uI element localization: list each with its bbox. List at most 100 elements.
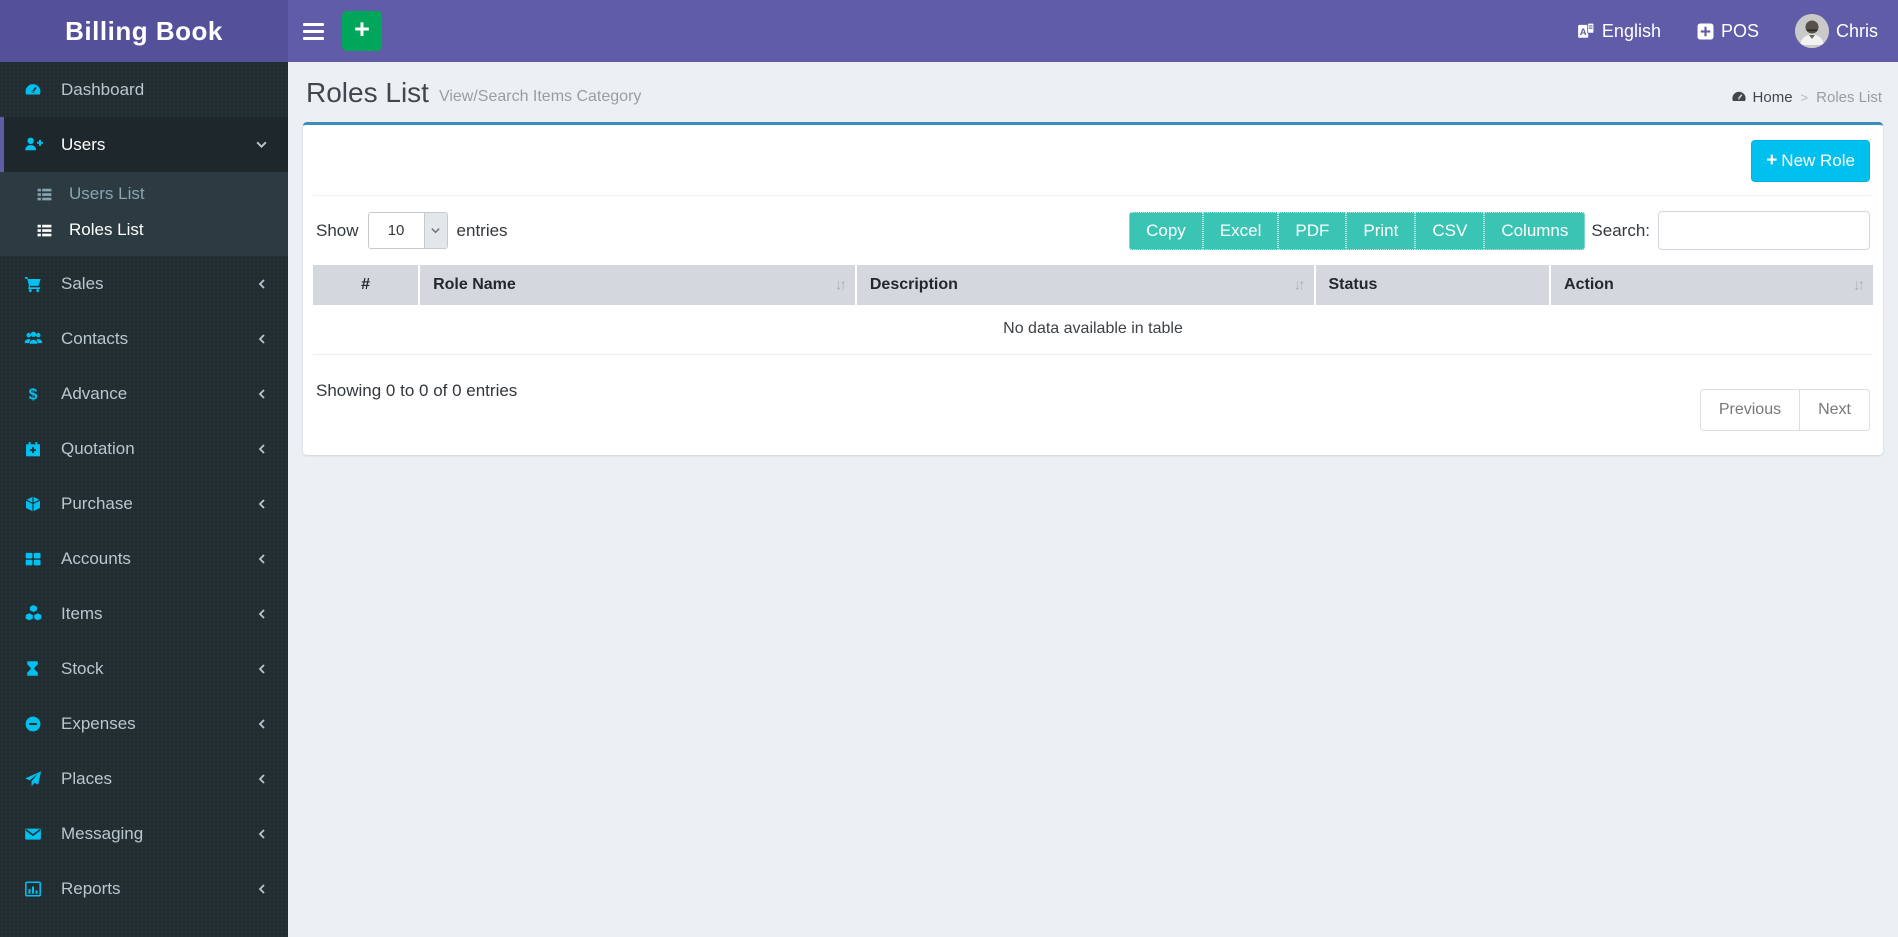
sidebar-item-advance[interactable]: $ Advance (0, 366, 288, 421)
pos-button[interactable]: POS (1697, 21, 1759, 42)
csv-button[interactable]: CSV (1415, 211, 1485, 250)
column-header-role-name[interactable]: Role Name (419, 265, 857, 305)
breadcrumb-current: Roles List (1816, 88, 1882, 106)
sidebar-item-reports[interactable]: Reports (0, 861, 288, 916)
quick-add-button[interactable] (342, 11, 382, 51)
chevron-left-icon (256, 388, 268, 400)
new-role-button[interactable]: New Role (1751, 140, 1870, 182)
sidebar-subitem-label: Roles List (69, 220, 144, 239)
roles-table: # Role Name Description Status (313, 265, 1873, 355)
table-header-row: # Role Name Description Status (313, 265, 1873, 305)
breadcrumb: Home > Roles List (1731, 81, 1882, 106)
excel-button[interactable]: Excel (1202, 211, 1279, 250)
chevron-left-icon (256, 883, 268, 895)
sidebar-toggle-button[interactable] (288, 0, 338, 62)
bar-chart-icon (24, 880, 48, 898)
sidebar-item-dashboard[interactable]: Dashboard (0, 62, 288, 117)
cube-icon (24, 495, 48, 513)
content-header: Roles List View/Search Items Category Ho… (288, 62, 1898, 115)
paper-plane-icon (24, 770, 48, 788)
chevron-down-icon (255, 138, 268, 151)
chevron-left-icon (256, 773, 268, 785)
search-input[interactable] (1658, 211, 1870, 250)
sort-icon (1294, 277, 1303, 294)
sidebar-item-label: Quotation (61, 438, 135, 458)
top-navbar: Billing Book A English (0, 0, 1898, 62)
chevron-left-icon (256, 608, 268, 620)
sidebar-item-roles-list[interactable]: Roles List (0, 212, 288, 248)
sidebar-item-users-list[interactable]: Users List (0, 176, 288, 212)
cart-icon (24, 275, 48, 293)
sidebar-item-label: Dashboard (61, 79, 145, 99)
minus-circle-icon (24, 715, 48, 733)
grid-icon (24, 550, 48, 568)
pdf-button[interactable]: PDF (1278, 211, 1347, 250)
column-label: Status (1328, 276, 1378, 293)
column-header-index: # (313, 265, 421, 305)
sidebar-item-contacts[interactable]: Contacts (0, 311, 288, 366)
chevron-left-icon (256, 333, 268, 345)
panel-actions-row: New Role (313, 135, 1873, 196)
copy-button[interactable]: Copy (1129, 211, 1203, 250)
empty-message: No data available in table (313, 305, 1873, 355)
sidebar-item-quotation[interactable]: Quotation (0, 421, 288, 476)
chevron-left-icon (256, 828, 268, 840)
pos-label: POS (1720, 20, 1759, 41)
sidebar: Dashboard Users Users List Roles List Sa… (0, 62, 288, 937)
previous-page-button[interactable]: Previous (1699, 389, 1801, 431)
page-length-select[interactable]: 10 10 (367, 212, 448, 249)
chevron-left-icon (256, 663, 268, 675)
column-header-description[interactable]: Description (855, 265, 1316, 305)
plus-icon (1766, 150, 1777, 172)
sidebar-item-label: Accounts (61, 548, 131, 568)
dollar-icon: $ (24, 385, 48, 402)
page-length-control: Show 10 10 entries (316, 212, 508, 249)
gauge-icon (1731, 89, 1747, 105)
sidebar-item-label: Stock (61, 658, 104, 678)
sidebar-item-accounts[interactable]: Accounts (0, 531, 288, 586)
sidebar-item-items[interactable]: Items (0, 586, 288, 641)
search-control: Search: (1591, 211, 1870, 250)
users-icon (24, 329, 48, 348)
show-label: Show (316, 220, 359, 240)
columns-button[interactable]: Columns (1484, 211, 1586, 250)
print-button[interactable]: Print (1346, 211, 1416, 250)
main-content: Roles List View/Search Items Category Ho… (288, 62, 1898, 937)
column-header-status[interactable]: Status (1314, 265, 1552, 305)
next-page-button[interactable]: Next (1800, 389, 1870, 431)
column-label: Description (869, 276, 958, 293)
empty-row: No data available in table (313, 305, 1873, 355)
chevron-left-icon (256, 498, 268, 510)
sidebar-item-label: Purchase (61, 493, 133, 513)
users-submenu: Users List Roles List (0, 172, 288, 256)
roles-panel: New Role Show 10 10 entries (303, 122, 1883, 455)
hourglass-icon (24, 660, 48, 677)
column-header-action[interactable]: Action (1550, 265, 1873, 305)
sidebar-subitem-label: Users List (69, 184, 145, 203)
breadcrumb-separator: > (1800, 89, 1809, 105)
export-button-group: Copy Excel PDF Print CSV Columns (1129, 211, 1586, 250)
sidebar-item-expenses[interactable]: Expenses (0, 696, 288, 751)
sidebar-item-stock[interactable]: Stock (0, 641, 288, 696)
sidebar-item-label: Reports (61, 878, 121, 898)
app-logo[interactable]: Billing Book (0, 0, 288, 62)
app-root: Billing Book A English (0, 0, 1898, 937)
list-icon (36, 186, 58, 203)
avatar (1794, 14, 1829, 48)
sidebar-item-warehouse[interactable]: Warehouse (0, 916, 288, 937)
sidebar-item-label: Warehouse (61, 934, 147, 937)
user-menu[interactable]: Chris (1794, 14, 1878, 48)
page-title: Roles List (306, 77, 429, 108)
sidebar-item-label: Places (61, 768, 113, 788)
sidebar-item-label: Messaging (61, 823, 144, 843)
sidebar-item-purchase[interactable]: Purchase (0, 476, 288, 531)
list-icon (36, 222, 58, 239)
sidebar-item-places[interactable]: Places (0, 751, 288, 806)
language-menu[interactable]: A English (1577, 21, 1661, 42)
navbar: A English (288, 0, 1898, 62)
breadcrumb-home-link[interactable]: Home (1731, 89, 1793, 106)
sidebar-item-messaging[interactable]: Messaging (0, 806, 288, 861)
sidebar-item-sales[interactable]: Sales (0, 256, 288, 311)
table-info: Showing 0 to 0 of 0 entries (316, 381, 518, 400)
sidebar-item-users[interactable]: Users (0, 117, 288, 172)
